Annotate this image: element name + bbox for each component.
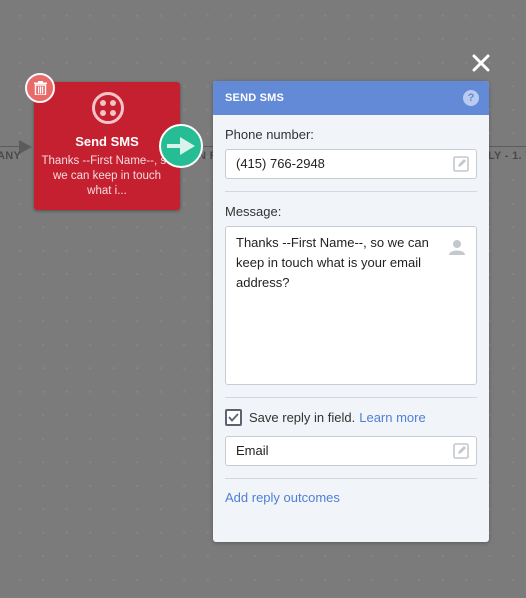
connector-label-right: LY - 1. Y bbox=[488, 150, 526, 162]
phone-number-value: (415) 766-2948 bbox=[236, 156, 325, 171]
trash-icon bbox=[33, 81, 47, 95]
edit-icon[interactable] bbox=[453, 156, 469, 172]
close-icon bbox=[472, 54, 490, 72]
edit-icon[interactable] bbox=[453, 443, 469, 459]
twilio-logo-icon bbox=[92, 92, 124, 124]
checkmark-icon bbox=[228, 413, 239, 422]
reply-field-input[interactable]: Email bbox=[225, 436, 477, 466]
connector-line-right bbox=[489, 146, 526, 147]
node-description: Thanks --First Name--, so we can keep in… bbox=[41, 155, 173, 197]
insert-field-person-icon[interactable] bbox=[449, 239, 465, 255]
delete-node-button[interactable] bbox=[25, 73, 55, 103]
close-panel-button[interactable] bbox=[470, 52, 492, 74]
message-textarea[interactable]: Thanks --First Name--, so we can keep in… bbox=[225, 226, 477, 385]
add-reply-outcomes-link[interactable]: Add reply outcomes bbox=[225, 490, 340, 505]
save-reply-checkbox[interactable] bbox=[225, 409, 242, 426]
next-step-button[interactable] bbox=[159, 124, 203, 168]
learn-more-link[interactable]: Learn more bbox=[359, 410, 425, 425]
phone-number-input[interactable]: (415) 766-2948 bbox=[225, 149, 477, 179]
reply-field-value: Email bbox=[236, 443, 269, 458]
divider bbox=[225, 478, 477, 479]
divider bbox=[225, 397, 477, 398]
divider bbox=[225, 191, 477, 192]
send-sms-panel: SEND SMS ? Phone number: (415) 766-2948 … bbox=[213, 81, 489, 542]
message-label: Message: bbox=[225, 204, 282, 219]
panel-header: SEND SMS ? bbox=[213, 81, 489, 115]
save-reply-label: Save reply in field. bbox=[249, 410, 356, 425]
message-value: Thanks --First Name--, so we can keep in… bbox=[236, 235, 429, 290]
phone-number-label: Phone number: bbox=[225, 127, 314, 142]
panel-title: SEND SMS bbox=[225, 92, 285, 104]
connector-label-left: ANY bbox=[0, 150, 22, 162]
help-icon[interactable]: ? bbox=[463, 90, 479, 106]
arrow-right-icon bbox=[167, 137, 195, 155]
